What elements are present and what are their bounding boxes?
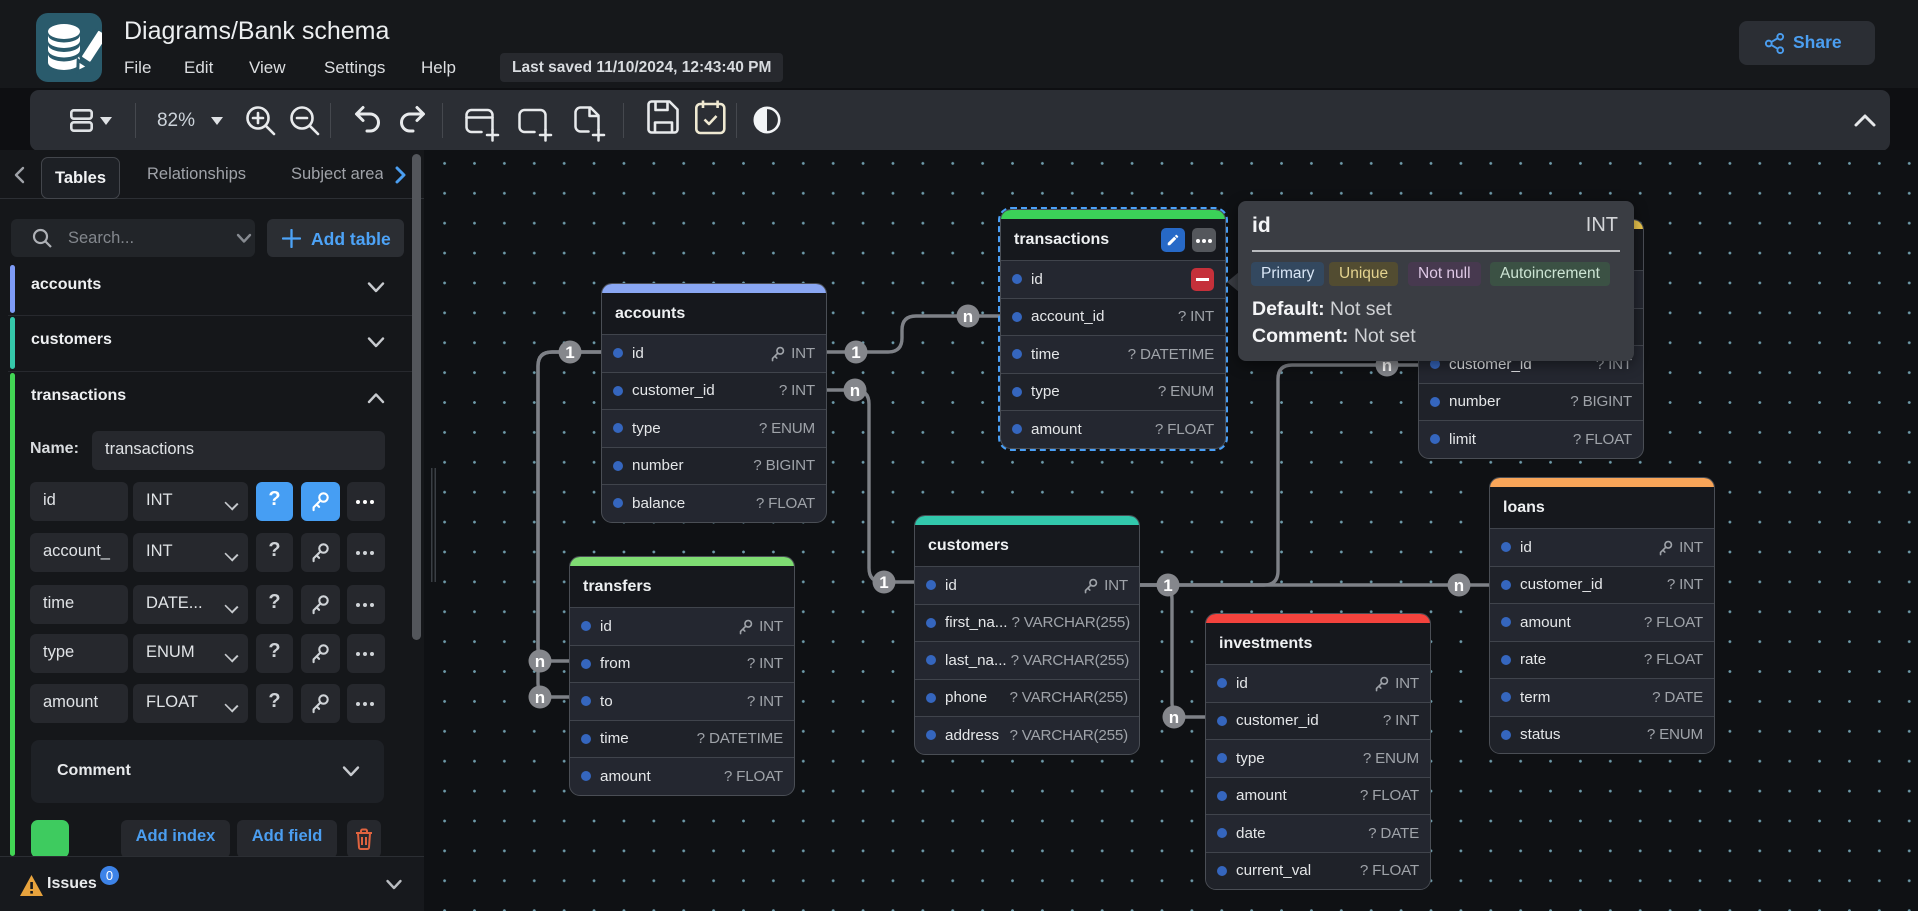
svg-text:n: n	[963, 307, 973, 326]
svg-text:1: 1	[565, 343, 574, 362]
svg-text:n: n	[1454, 576, 1464, 595]
svg-text:1: 1	[851, 343, 860, 362]
svg-text:1: 1	[1163, 576, 1172, 595]
svg-text:1: 1	[879, 573, 888, 592]
svg-text:n: n	[1169, 708, 1179, 727]
svg-text:n: n	[535, 652, 545, 671]
svg-text:n: n	[850, 381, 860, 400]
svg-text:n: n	[535, 688, 545, 707]
